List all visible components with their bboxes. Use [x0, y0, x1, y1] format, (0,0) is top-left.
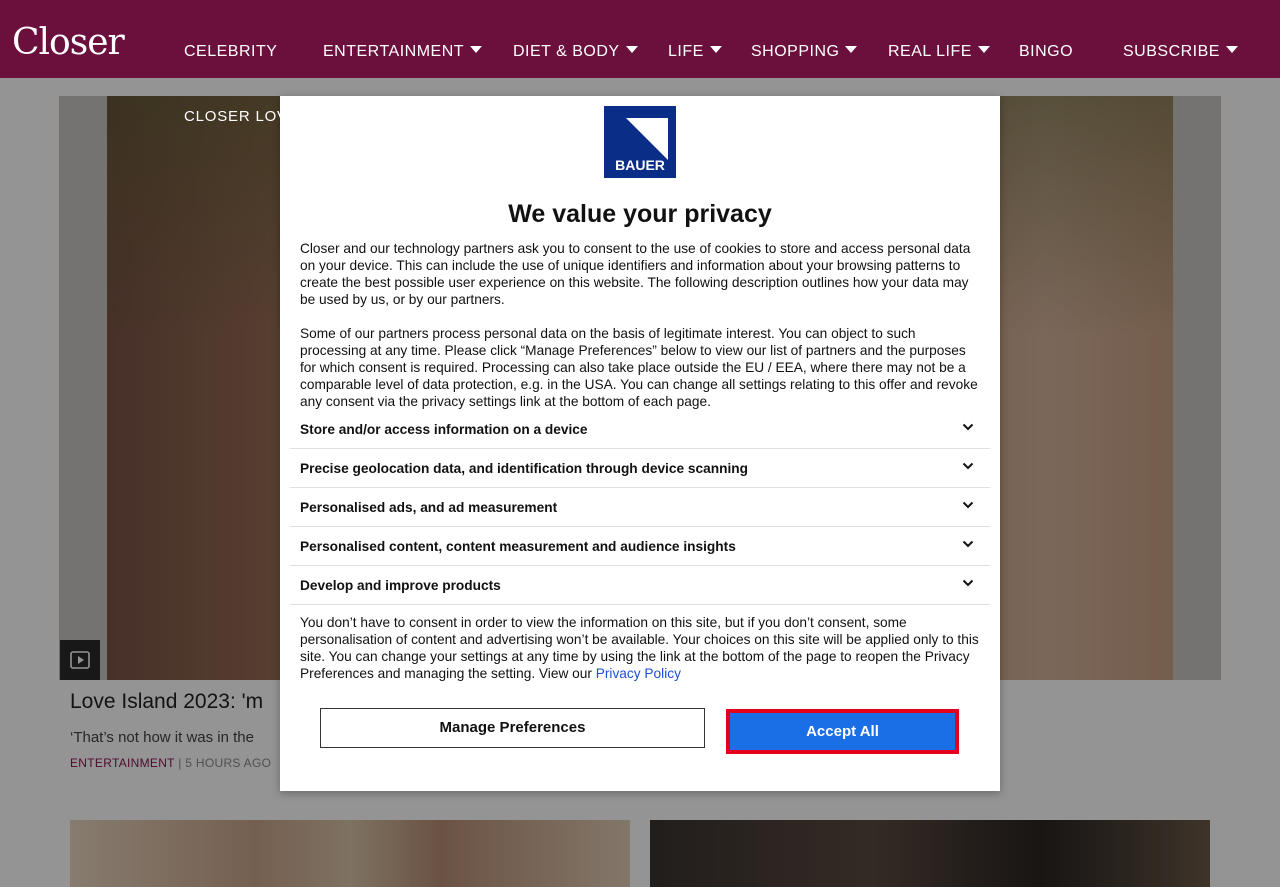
nav-label: CELEBRITY	[184, 43, 278, 60]
consent-legitimate-interest: Some of our partners process personal da…	[300, 326, 978, 409]
nav-label: BINGO	[1019, 43, 1074, 60]
purpose-accordion-products[interactable]: Develop and improve products	[290, 565, 990, 605]
purpose-accordion-storage[interactable]: Store and/or access information on a dev…	[290, 409, 990, 449]
purpose-accordion-content[interactable]: Personalised content, content measuremen…	[290, 526, 990, 566]
purpose-label: Develop and improve products	[300, 578, 501, 593]
nav-item-bingo[interactable]: BINGO	[1019, 43, 1073, 61]
caret-down-icon	[470, 46, 483, 54]
purpose-accordion-ads[interactable]: Personalised ads, and ad measurement	[290, 487, 990, 527]
accept-all-button[interactable]: Accept All	[726, 709, 959, 754]
consent-dialog: BAUER We value your privacy Closer and o…	[280, 96, 1000, 791]
nav-label: SHOPPING	[751, 43, 840, 60]
chevron-down-icon	[962, 462, 974, 470]
nav-label: REAL LIFE	[888, 43, 972, 60]
privacy-policy-link[interactable]: Privacy Policy	[596, 666, 681, 681]
purpose-label: Store and/or access information on a dev…	[300, 422, 588, 437]
chevron-down-icon	[962, 579, 974, 587]
nav-item-real-life[interactable]: REAL LIFE	[888, 43, 990, 61]
consent-intro: Closer and our technology partners ask y…	[300, 241, 971, 307]
nav-item-entertainment[interactable]: ENTERTAINMENT	[323, 43, 483, 61]
purpose-label: Personalised content, content measuremen…	[300, 539, 736, 554]
nav-label: DIET & BODY	[513, 43, 620, 60]
nav-label: SUBSCRIBE	[1123, 43, 1220, 60]
bauer-logo-text: BAUER	[615, 157, 665, 173]
purpose-label: Precise geolocation data, and identifica…	[300, 461, 748, 476]
nav-item-subscribe[interactable]: SUBSCRIBE	[1123, 43, 1238, 61]
purpose-label: Personalised ads, and ad measurement	[300, 500, 558, 515]
site-header: Closer CELEBRITY ENTERTAINMENT DIET & BO…	[0, 0, 1280, 78]
hero-label: CLOSER LOV	[184, 108, 288, 125]
nav-item-life[interactable]: LIFE	[668, 43, 722, 61]
consent-footer-text: You don’t have to consent in order to vi…	[300, 614, 980, 682]
nav-label: LIFE	[668, 43, 704, 60]
chevron-down-icon	[962, 540, 974, 548]
chevron-down-icon	[962, 501, 974, 509]
caret-down-icon	[1225, 46, 1238, 54]
site-logo[interactable]: Closer	[12, 22, 125, 63]
caret-down-icon	[709, 46, 722, 54]
nav-item-celebrity[interactable]: CELEBRITY	[184, 43, 277, 61]
caret-down-icon	[977, 46, 990, 54]
purpose-accordion-geolocation[interactable]: Precise geolocation data, and identifica…	[290, 448, 990, 488]
consent-title: We value your privacy	[508, 200, 772, 228]
nav-label: ENTERTAINMENT	[323, 43, 465, 60]
caret-down-icon	[625, 46, 638, 54]
nav-item-shopping[interactable]: SHOPPING	[751, 43, 858, 61]
nav-item-diet-body[interactable]: DIET & BODY	[513, 43, 638, 61]
chevron-down-icon	[962, 423, 974, 431]
bauer-logo: BAUER	[604, 106, 676, 178]
manage-preferences-button[interactable]: Manage Preferences	[320, 708, 705, 748]
caret-down-icon	[845, 46, 858, 54]
